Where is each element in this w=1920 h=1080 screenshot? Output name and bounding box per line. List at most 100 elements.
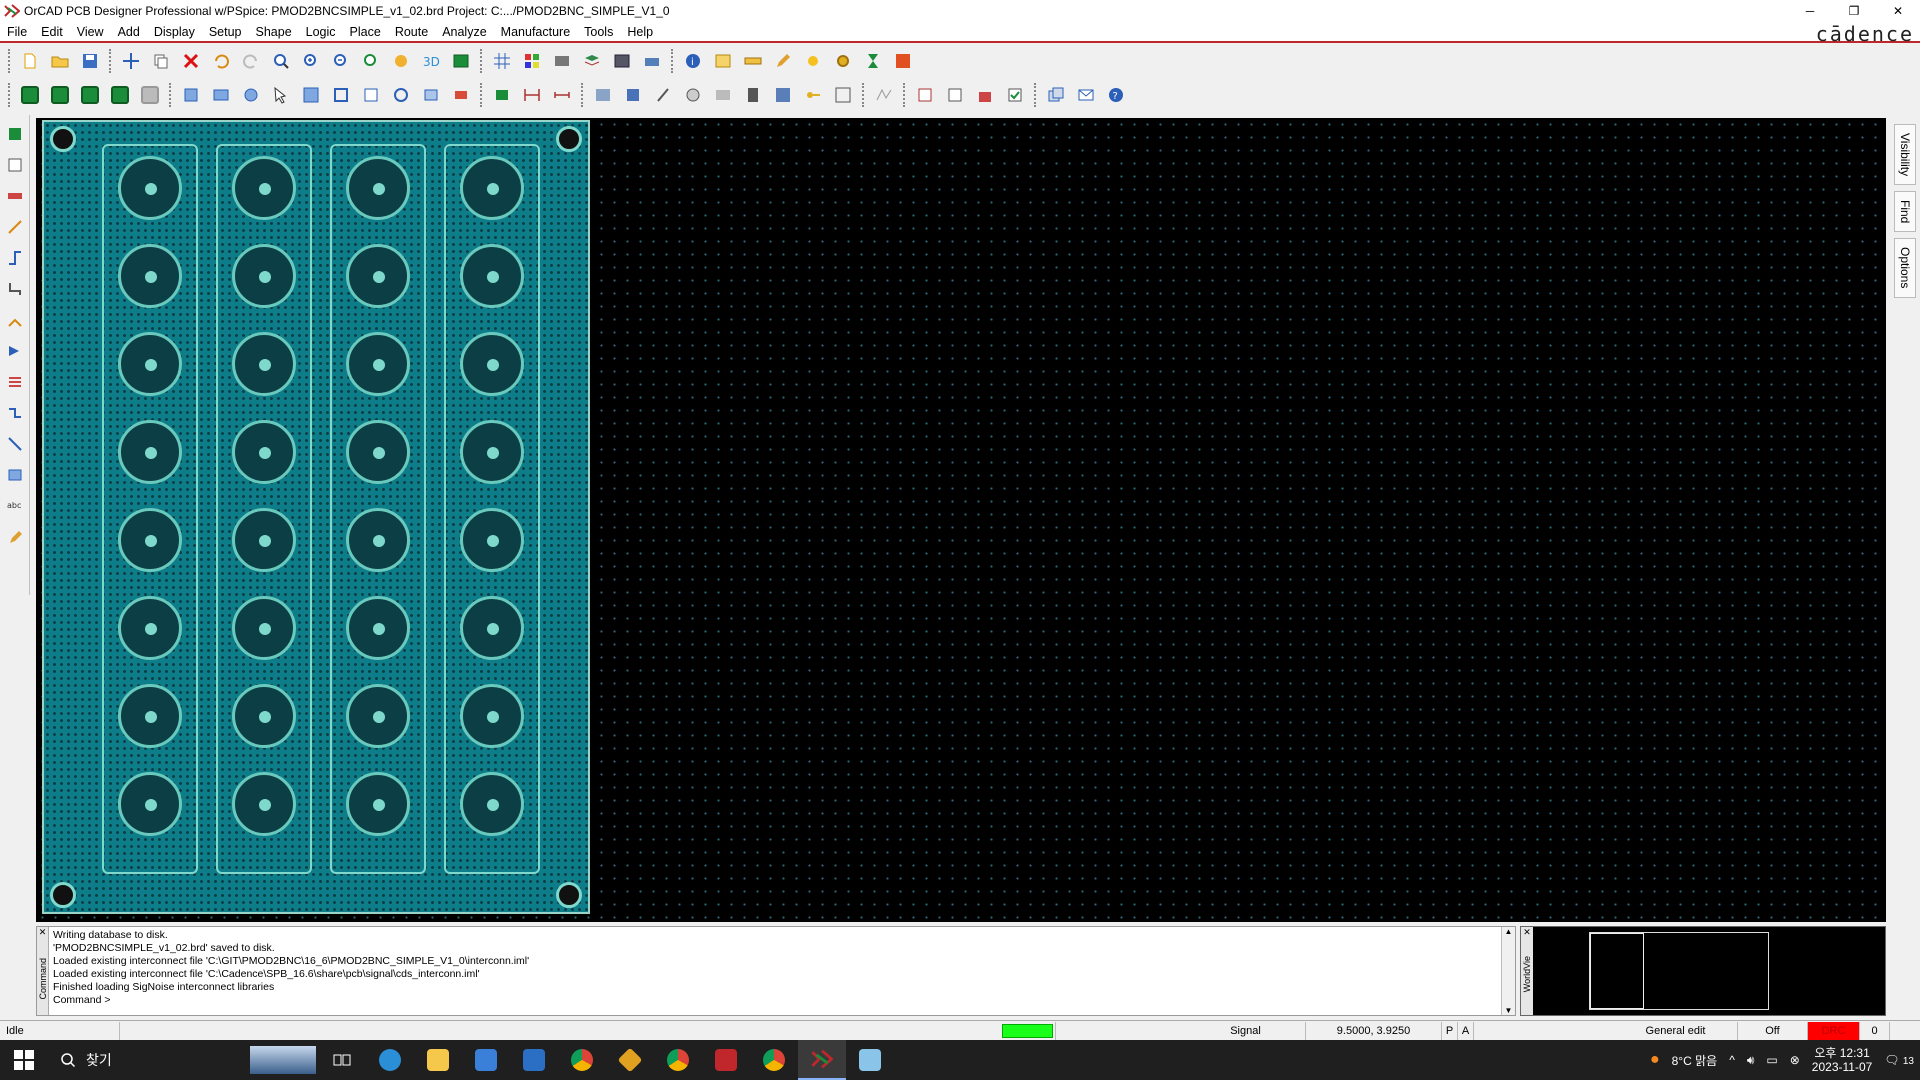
add-rect-button[interactable] [3, 463, 27, 487]
shape-circle-button[interactable] [238, 82, 264, 108]
menu-tools[interactable]: Tools [577, 25, 620, 39]
bnc-footprint[interactable] [118, 244, 182, 308]
new-file-button[interactable] [17, 48, 43, 74]
change-shape-type-button[interactable] [418, 82, 444, 108]
toolbar-grip[interactable] [480, 49, 483, 73]
bnc-footprint[interactable] [232, 332, 296, 396]
bnc-footprint[interactable] [232, 508, 296, 572]
grid-button[interactable] [489, 48, 515, 74]
console-prompt[interactable]: Command > [53, 994, 529, 1007]
artwork-button[interactable] [590, 82, 616, 108]
vertex-button[interactable] [3, 246, 27, 270]
menu-logic[interactable]: Logic [299, 25, 343, 39]
menu-analyze[interactable]: Analyze [435, 25, 493, 39]
menu-edit[interactable]: Edit [34, 25, 70, 39]
delay-tune-button[interactable] [3, 184, 27, 208]
bnc-footprint[interactable] [460, 772, 524, 836]
clock[interactable]: 오후 12:31 2023-11-07 [1806, 1046, 1879, 1074]
status-mode[interactable]: General edit [1614, 1021, 1738, 1040]
notification-button[interactable]: 🗨︎ 13 [1878, 1053, 1920, 1067]
shape-square-button[interactable] [208, 82, 234, 108]
bnc-footprint[interactable] [346, 508, 410, 572]
connector-column[interactable] [216, 144, 312, 874]
network-icon[interactable]: ▭ [1760, 1053, 1783, 1067]
status-a-toggle[interactable]: A [1458, 1021, 1474, 1040]
edit-boundary-button[interactable] [328, 82, 354, 108]
dimension-linear-button[interactable] [519, 82, 545, 108]
chevron-up-icon[interactable]: ^ [1723, 1053, 1741, 1067]
silkscreen-button[interactable] [740, 82, 766, 108]
taskbar-app-red[interactable] [702, 1040, 750, 1080]
status-layer[interactable]: Signal [1186, 1021, 1306, 1040]
bnc-footprint[interactable] [460, 596, 524, 660]
bnc-footprint[interactable] [118, 420, 182, 484]
menu-shape[interactable]: Shape [249, 25, 299, 39]
layer-visibility-button[interactable] [579, 48, 605, 74]
bnc-footprint[interactable] [460, 684, 524, 748]
mounting-hole[interactable] [556, 882, 582, 908]
pcb-board[interactable] [42, 120, 590, 914]
bnc-footprint[interactable] [346, 772, 410, 836]
add-connect-button[interactable] [3, 122, 27, 146]
restore-button[interactable]: ❐ [1832, 0, 1876, 22]
add-via-button[interactable] [3, 277, 27, 301]
bubble-button[interactable] [3, 401, 27, 425]
3d-view-button[interactable]: 3D [418, 48, 444, 74]
taskbar-notepad[interactable] [846, 1040, 894, 1080]
window-cascade-button[interactable] [1043, 82, 1069, 108]
menu-view[interactable]: View [70, 25, 111, 39]
design-canvas[interactable] [36, 118, 1886, 922]
minimize-button[interactable]: ─ [1788, 0, 1832, 22]
open-file-button[interactable] [47, 48, 73, 74]
layer-off-button[interactable] [137, 82, 163, 108]
copy-button[interactable] [148, 48, 174, 74]
mounting-hole[interactable] [50, 882, 76, 908]
volume-icon[interactable]: 🔊︎ [1741, 1053, 1761, 1068]
layer-vcc-button[interactable] [77, 82, 103, 108]
taskbar-chrome-3[interactable] [750, 1040, 798, 1080]
slide-button[interactable] [3, 153, 27, 177]
search-highlight[interactable] [248, 1040, 318, 1080]
connector-column[interactable] [330, 144, 426, 874]
place-component-button[interactable] [448, 82, 474, 108]
bookmark-1-button[interactable] [912, 82, 938, 108]
menu-setup[interactable]: Setup [202, 25, 249, 39]
layer-gnd-button[interactable] [47, 82, 73, 108]
bnc-footprint[interactable] [346, 596, 410, 660]
weather-icon[interactable]: ● [1644, 1051, 1666, 1069]
manual-void-button[interactable] [298, 82, 324, 108]
bookmark-4-button[interactable] [1002, 82, 1028, 108]
start-button[interactable] [0, 1040, 48, 1080]
delete-button[interactable] [178, 48, 204, 74]
taskbar-orcad[interactable] [798, 1040, 846, 1080]
close-button[interactable]: ✕ [1876, 0, 1920, 22]
measure-button[interactable] [740, 48, 766, 74]
fanout-button[interactable] [830, 82, 856, 108]
add-line-button[interactable] [3, 432, 27, 456]
testprep-button[interactable] [770, 82, 796, 108]
taskbar-app-diamond[interactable] [606, 1040, 654, 1080]
toolbar-grip[interactable] [1034, 83, 1037, 107]
toolbar-grip[interactable] [480, 83, 483, 107]
reports-button[interactable] [710, 48, 736, 74]
menu-file[interactable]: File [0, 25, 34, 39]
bnc-footprint[interactable] [460, 332, 524, 396]
console-scrollbar[interactable]: ▲ ▼ [1501, 927, 1515, 1015]
spread-lines-button[interactable] [3, 370, 27, 394]
film-setup-button[interactable] [609, 48, 635, 74]
taskbar-chrome-2[interactable] [654, 1040, 702, 1080]
bnc-footprint[interactable] [346, 332, 410, 396]
taskbar-chrome[interactable] [558, 1040, 606, 1080]
show-element-button[interactable]: i [680, 48, 706, 74]
menu-route[interactable]: Route [388, 25, 435, 39]
undo-button[interactable] [208, 48, 234, 74]
bnc-footprint[interactable] [118, 596, 182, 660]
update-drc-button[interactable] [890, 48, 916, 74]
variant-button[interactable] [710, 82, 736, 108]
custom-smooth-button[interactable] [3, 215, 27, 239]
dimension-edit-button[interactable] [549, 82, 575, 108]
bnc-footprint[interactable] [346, 244, 410, 308]
print-button[interactable] [639, 48, 665, 74]
toolbar-grip[interactable] [581, 83, 584, 107]
tab-find[interactable]: Find [1894, 191, 1916, 233]
